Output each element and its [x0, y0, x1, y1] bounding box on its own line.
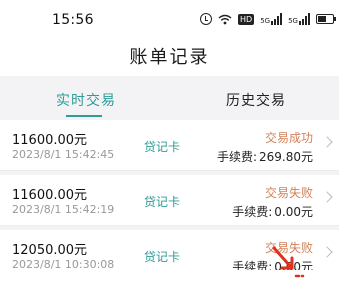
active-tab-indicator	[66, 115, 102, 117]
annotation-arrow-icon	[272, 246, 305, 278]
transaction-row[interactable]: 11600.00元 2023/8/1 15:42:19 贷记卡 交易失败 手续费…	[0, 175, 339, 226]
transaction-amount: 11600.00元	[12, 133, 88, 148]
signal-label: 5G	[288, 17, 298, 25]
fee-info: 手续费: 269.80元	[217, 148, 313, 165]
status-time: 15:56	[52, 12, 94, 28]
fee-info: 手续费: 0.00元	[232, 203, 313, 220]
wifi-icon	[218, 10, 232, 29]
card-type: 贷记卡	[144, 195, 181, 209]
title-bar: 账单记录	[0, 40, 339, 76]
transaction-row[interactable]: 11600.00元 2023/8/1 15:42:45 贷记卡 交易成功 手续费…	[0, 120, 339, 171]
fee-label: 手续费:	[216, 150, 257, 164]
tab-realtime[interactable]: 实时交易	[56, 90, 116, 110]
chevron-right-icon	[321, 246, 333, 258]
page-title: 账单记录	[129, 47, 210, 68]
status-icons: HD 5G 5G	[200, 10, 336, 29]
fee-value: 269.80元	[259, 150, 313, 164]
transaction-amount: 11600.00元	[12, 188, 88, 203]
fee-value: 0.00元	[274, 205, 313, 219]
hd-badge: HD	[238, 13, 255, 25]
signal-label: 5G	[260, 17, 271, 25]
status-bar: 15:56 HD 5G 5G	[0, 0, 339, 40]
transaction-amount: 12050.00元	[12, 243, 88, 258]
transaction-status: 交易成功	[264, 131, 313, 145]
transaction-datetime: 2023/8/1 15:42:45	[12, 148, 115, 161]
card-type: 贷记卡	[144, 140, 181, 154]
fee-label: 手续费:	[232, 205, 273, 219]
chevron-right-icon	[321, 136, 333, 148]
signal-icon: 5G	[288, 13, 310, 25]
alarm-icon	[200, 13, 212, 25]
tab-history[interactable]: 历史交易	[226, 90, 286, 110]
transaction-status: 交易失败	[264, 186, 313, 200]
battery-icon	[315, 14, 336, 24]
chevron-right-icon	[321, 191, 333, 203]
transaction-datetime: 2023/8/1 15:42:19	[12, 203, 115, 216]
tab-bar: 实时交易 历史交易	[0, 82, 339, 120]
card-type: 贷记卡	[144, 250, 181, 264]
signal-icon: 5G	[260, 13, 283, 25]
battery-level	[317, 16, 326, 22]
